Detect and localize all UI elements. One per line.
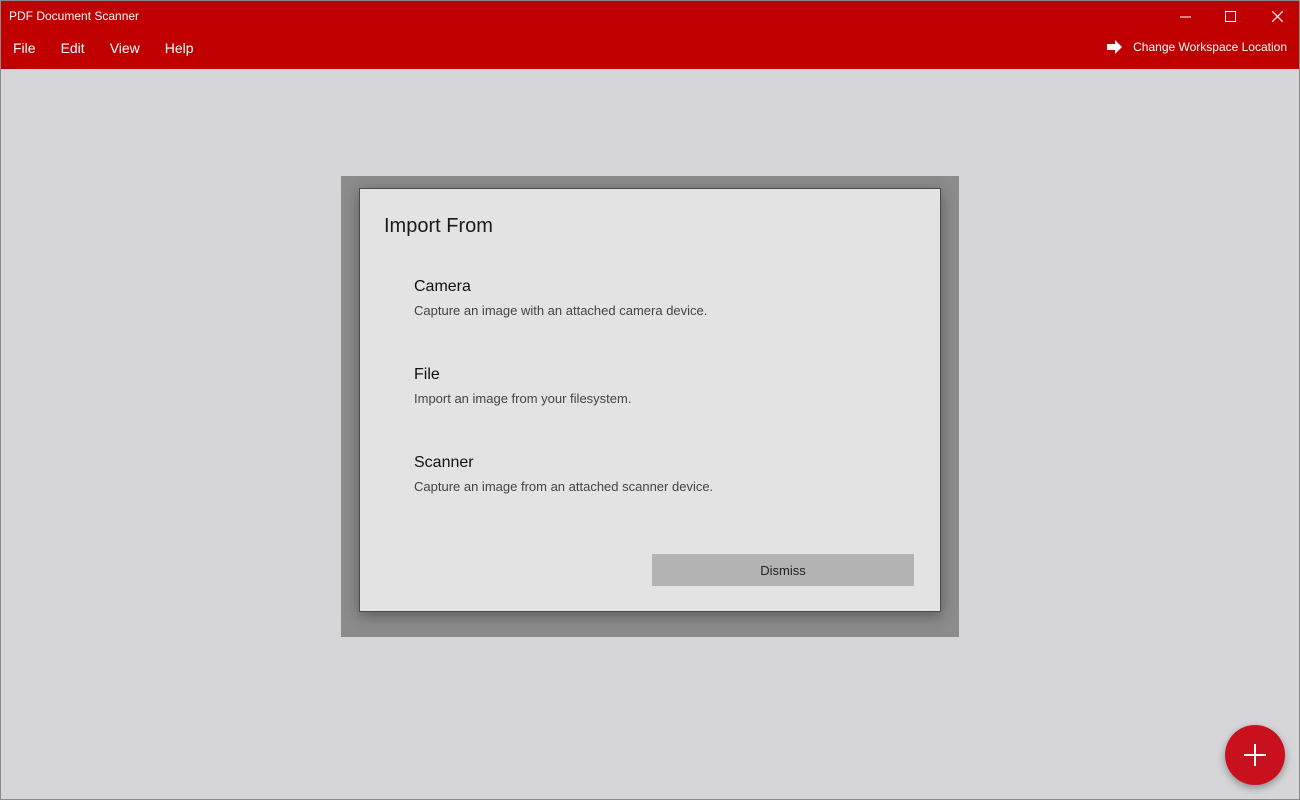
plus-icon xyxy=(1244,744,1266,766)
option-file[interactable]: File Import an image from your filesyste… xyxy=(414,365,631,407)
menu-view[interactable]: View xyxy=(97,38,152,58)
maximize-button[interactable] xyxy=(1207,0,1253,32)
close-icon xyxy=(1271,10,1283,22)
dialog-title: Import From xyxy=(384,215,493,237)
maximize-icon xyxy=(1224,10,1236,22)
title-bar: PDF Document Scanner File Edit View Help… xyxy=(0,0,1300,69)
option-camera[interactable]: Camera Capture an image with an attached… xyxy=(414,277,707,319)
close-button[interactable] xyxy=(1254,0,1300,32)
change-workspace-button[interactable]: Change Workspace Location xyxy=(1106,39,1287,55)
minimize-button[interactable] xyxy=(1162,0,1208,32)
option-title: File xyxy=(414,366,440,383)
option-description: Capture an image from an attached scanne… xyxy=(414,479,714,494)
menu-edit[interactable]: Edit xyxy=(48,38,97,58)
minimize-icon xyxy=(1179,16,1191,17)
menu-bar: File Edit View Help xyxy=(0,38,206,58)
add-fab-button[interactable] xyxy=(1225,725,1285,785)
option-scanner[interactable]: Scanner Capture an image from an attache… xyxy=(414,453,713,495)
window-title: PDF Document Scanner xyxy=(9,9,140,23)
option-title: Camera xyxy=(414,278,471,295)
option-description: Capture an image with an attached camera… xyxy=(414,303,708,318)
menu-file[interactable]: File xyxy=(0,38,48,58)
dismiss-button[interactable]: Dismiss xyxy=(652,554,914,586)
arrow-right-icon xyxy=(1107,40,1123,54)
menu-help[interactable]: Help xyxy=(152,38,206,58)
change-workspace-label: Change Workspace Location xyxy=(1133,40,1287,54)
option-title: Scanner xyxy=(414,454,474,471)
option-description: Import an image from your filesystem. xyxy=(414,391,632,406)
import-dialog: Import From Camera Capture an image with… xyxy=(359,188,941,612)
